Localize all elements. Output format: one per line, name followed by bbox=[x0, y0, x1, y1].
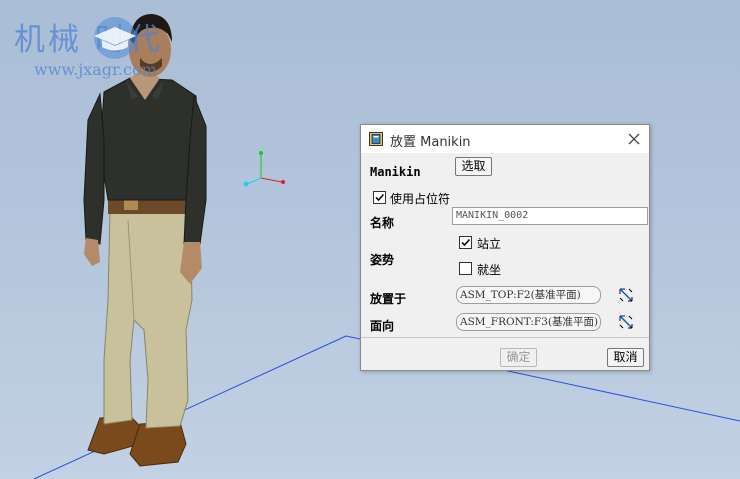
posture-standing-checkbox[interactable] bbox=[459, 236, 472, 249]
manikin-app-icon bbox=[369, 132, 383, 146]
posture-label: 姿势 bbox=[370, 253, 395, 267]
graduation-cap-icon bbox=[94, 17, 136, 59]
dialog-separator bbox=[361, 337, 649, 338]
close-button[interactable] bbox=[623, 128, 645, 150]
posture-seated-label: 就坐 bbox=[477, 263, 502, 277]
facing-collector[interactable]: ASM_FRONT:F3(基准平面) bbox=[456, 313, 601, 331]
ok-button[interactable]: 确定 bbox=[500, 348, 537, 367]
dialog-titlebar[interactable]: 放置 Manikin bbox=[361, 125, 649, 153]
manikin-label: Manikin bbox=[370, 165, 421, 179]
select-button[interactable]: 选取 bbox=[455, 157, 492, 176]
use-placeholder-label: 使用占位符 bbox=[390, 192, 451, 206]
cancel-button[interactable]: 取消 bbox=[607, 348, 644, 367]
flip-direction-icon[interactable] bbox=[617, 313, 635, 331]
watermark: 机械 时代 www.jxagr.com bbox=[14, 14, 214, 84]
place-manikin-dialog[interactable]: 放置 Manikin Manikin 选取 使用占位符 名称 MANIKIN_0… bbox=[360, 124, 650, 371]
flip-direction-icon[interactable] bbox=[617, 286, 635, 304]
name-label: 名称 bbox=[370, 216, 395, 230]
name-field[interactable]: MANIKIN_0002 bbox=[452, 207, 648, 225]
dialog-title: 放置 Manikin bbox=[390, 135, 471, 150]
place-on-label: 放置于 bbox=[370, 292, 407, 306]
facing-label: 面向 bbox=[370, 319, 395, 333]
use-placeholder-checkbox[interactable] bbox=[373, 191, 386, 204]
posture-seated-checkbox[interactable] bbox=[459, 262, 472, 275]
posture-standing-label: 站立 bbox=[477, 237, 502, 251]
close-icon bbox=[628, 133, 640, 145]
watermark-url: www.jxagr.com bbox=[34, 60, 157, 79]
place-on-collector[interactable]: ASM_TOP:F2(基准平面) bbox=[456, 286, 601, 304]
coordinate-triad bbox=[243, 151, 285, 187]
